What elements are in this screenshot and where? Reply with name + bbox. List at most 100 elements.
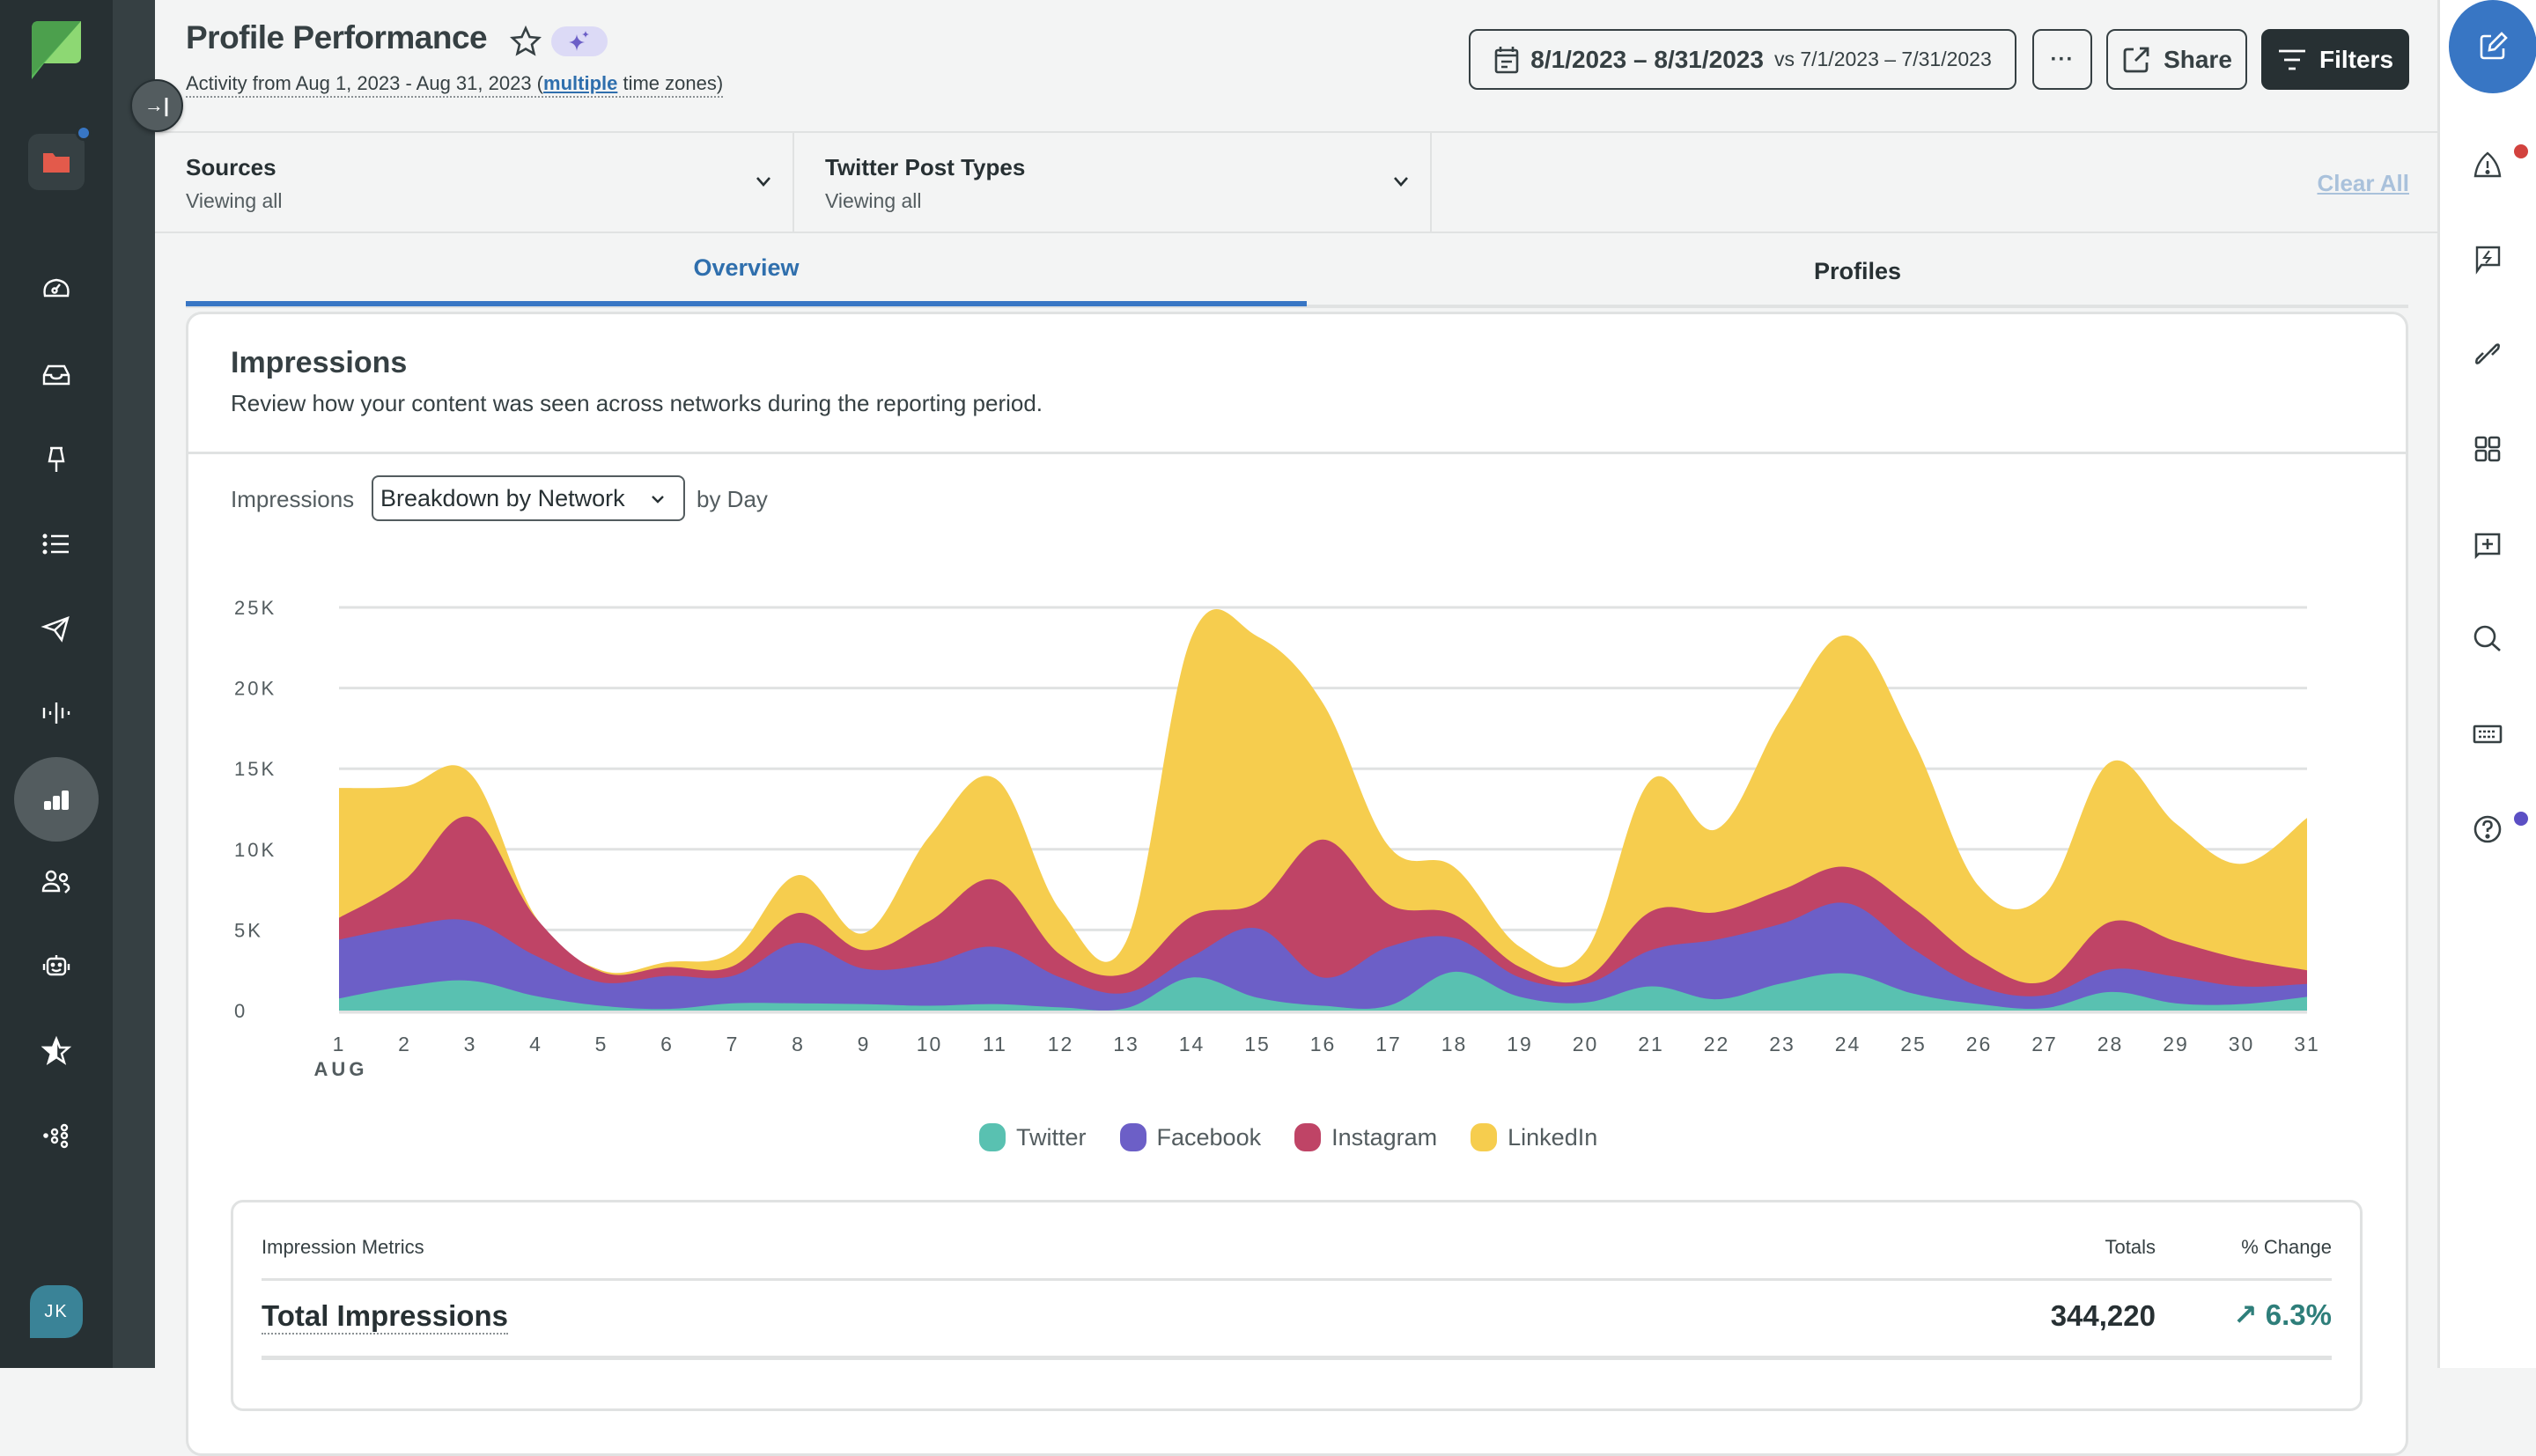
legend-swatch <box>1119 1123 1146 1151</box>
link-icon <box>2475 343 2500 364</box>
network-icon <box>43 1123 69 1149</box>
plus-square-icon <box>2474 533 2501 560</box>
metric-label: Impressions <box>231 486 355 512</box>
clear-all-link[interactable]: Clear All <box>2317 170 2409 197</box>
star-half-icon <box>41 1035 72 1065</box>
right-rail <box>2437 0 2536 1368</box>
date-range: 8/1/2023 – 8/31/2023 <box>1530 45 1764 73</box>
share-button[interactable]: Share <box>2106 29 2247 90</box>
filter-twitter-post-types[interactable]: Twitter Post Types Viewing all <box>794 133 1432 232</box>
alert-dot <box>2514 144 2528 158</box>
ellipsis-icon: ··· <box>2050 47 2075 71</box>
legend-swatch <box>979 1123 1006 1151</box>
legend-item-twitter[interactable]: Twitter <box>979 1123 1087 1151</box>
help-icon <box>2473 815 2502 843</box>
rail-keyboard[interactable] <box>2468 715 2507 754</box>
nav-reports[interactable] <box>30 773 83 826</box>
nav-send[interactable] <box>30 602 83 655</box>
compose-icon <box>2480 32 2508 60</box>
compose-button[interactable] <box>2449 0 2536 93</box>
chevron-down-icon <box>756 177 770 187</box>
nav-publishing[interactable] <box>30 433 83 486</box>
left-nav: JK <box>0 0 113 1368</box>
rail-search[interactable] <box>2468 620 2507 658</box>
rail-apps-grid[interactable] <box>2468 430 2507 468</box>
divider <box>262 1278 2332 1281</box>
rail-link[interactable] <box>2468 335 2507 373</box>
filters-button[interactable]: Filters <box>2261 29 2409 90</box>
nav-secondary-strip <box>113 0 155 1368</box>
nav-inbox[interactable] <box>30 349 83 401</box>
notification-dot <box>76 125 92 141</box>
breakdown-select-value: Breakdown by Network <box>380 484 625 511</box>
rail-quick-actions[interactable] <box>2468 239 2507 278</box>
list-icon <box>42 533 69 555</box>
rail-alerts[interactable] <box>2468 146 2507 185</box>
legend-item-instagram[interactable]: Instagram <box>1294 1123 1437 1151</box>
legend-item-linkedin[interactable]: LinkedIn <box>1471 1123 1597 1151</box>
compare-range: 7/1/2023 – 7/31/2023 <box>1800 48 1992 70</box>
impression-metrics-table: Impression Metrics Totals % Change Total… <box>231 1200 2363 1411</box>
folder-icon <box>43 153 70 173</box>
favorite-star-icon[interactable] <box>509 25 542 58</box>
search-icon <box>2473 625 2501 651</box>
legend-label: Facebook <box>1156 1123 1262 1151</box>
filters-label: Filters <box>2319 45 2394 73</box>
card-description: Review how your content was seen across … <box>231 390 1043 416</box>
bar-chart-icon <box>44 791 69 810</box>
waveform-icon <box>42 702 70 724</box>
gauge-icon <box>43 278 70 298</box>
grid-icon <box>2474 436 2501 462</box>
tab-profiles[interactable]: Profiles <box>1307 234 2408 308</box>
legend-label: LinkedIn <box>1508 1123 1598 1151</box>
column-header-change: % Change <box>2241 1236 2332 1258</box>
rail-help[interactable] <box>2468 810 2507 849</box>
chevron-down-icon <box>652 496 664 504</box>
filter-sources[interactable]: Sources Viewing all <box>155 133 794 232</box>
metric-row-change: ↗ 6.3% <box>2233 1298 2332 1332</box>
nav-apps[interactable] <box>30 1109 83 1162</box>
subtitle-text-end: time zones) <box>617 72 724 94</box>
app-logo[interactable] <box>26 16 85 79</box>
compare-prefix: vs <box>1773 48 1795 70</box>
nav-listening[interactable] <box>30 687 83 739</box>
robot-icon <box>42 955 70 976</box>
legend-item-facebook[interactable]: Facebook <box>1119 1123 1262 1151</box>
nav-tasks[interactable] <box>30 518 83 570</box>
legend-swatch <box>1294 1123 1322 1151</box>
activity-subtitle: Activity from Aug 1, 2023 - Aug 31, 2023… <box>186 72 724 98</box>
granularity-label: by Day <box>697 486 768 512</box>
nav-bot[interactable] <box>30 940 83 993</box>
expand-sidebar-button[interactable]: →| <box>130 79 183 132</box>
breakdown-select[interactable]: Breakdown by Network <box>372 475 685 521</box>
share-icon <box>2123 47 2149 72</box>
date-range-button[interactable]: 8/1/2023 – 8/31/2023 vs 7/1/2023 – 7/31/… <box>1469 29 2016 90</box>
chart-legend: Twitter Facebook Instagram LinkedIn <box>979 1123 1597 1151</box>
share-label: Share <box>2164 45 2232 73</box>
arrow-up-right-icon: ↗ <box>2232 1298 2258 1331</box>
multiple-timezones-link[interactable]: multiple <box>543 72 617 94</box>
folder-button[interactable] <box>28 134 85 190</box>
nav-dashboard[interactable] <box>30 262 83 315</box>
filter-value: Viewing all <box>825 189 922 212</box>
filter-value: Viewing all <box>186 189 283 212</box>
page-title: Profile Performance <box>186 19 488 55</box>
rail-add[interactable] <box>2468 525 2507 563</box>
filter-label: Sources <box>186 154 276 180</box>
legend-swatch <box>1471 1123 1498 1151</box>
column-header-totals: Totals <box>2105 1236 2156 1258</box>
nav-people[interactable] <box>30 856 83 908</box>
ai-assist-button[interactable] <box>551 26 608 56</box>
user-avatar[interactable]: JK <box>30 1285 83 1338</box>
metric-row-total: 344,220 <box>2050 1299 2156 1332</box>
filter-label: Twitter Post Types <box>825 154 1026 180</box>
nav-reviews[interactable] <box>30 1025 83 1077</box>
arrow-to-line-icon: →| <box>144 94 170 116</box>
more-options-button[interactable]: ··· <box>2032 29 2092 90</box>
filter-lines-icon <box>2278 49 2305 70</box>
metric-row-label[interactable]: Total Impressions <box>262 1299 508 1335</box>
inbox-icon <box>42 364 70 386</box>
tab-overview[interactable]: Overview <box>186 234 1307 306</box>
paper-plane-icon <box>41 616 70 643</box>
legend-label: Instagram <box>1331 1123 1438 1151</box>
